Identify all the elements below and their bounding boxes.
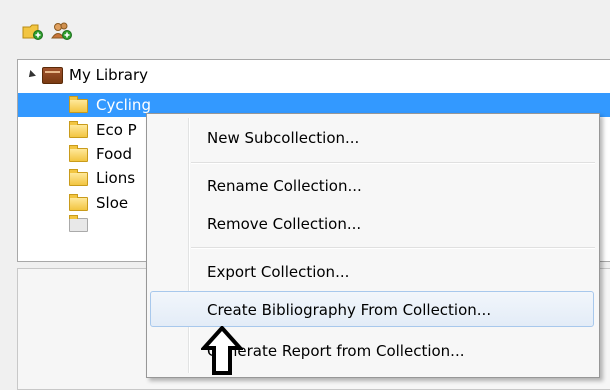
new-collection-button[interactable]: [22, 22, 44, 40]
tree-item-label: Lions: [96, 169, 136, 187]
menu-separator: [191, 162, 595, 164]
folder-icon: [69, 169, 88, 186]
arrow-up-cursor-icon: [201, 326, 243, 375]
tree-item-my-library[interactable]: My Library: [18, 63, 610, 87]
tree-item-label: Eco P: [96, 121, 137, 139]
menu-item-export-collection[interactable]: Export Collection...: [150, 254, 594, 290]
menu-item-label: Export Collection...: [207, 263, 350, 281]
tree-item-label: Food: [96, 145, 132, 163]
tree-item-label: Sloe: [96, 194, 129, 212]
folder-icon: [69, 121, 88, 138]
folder-add-icon: [22, 24, 43, 40]
menu-item-create-bibliography[interactable]: Create Bibliography From Collection...: [150, 291, 594, 327]
menu-item-label: Create Bibliography From Collection...: [207, 301, 492, 319]
folder-icon: [69, 96, 88, 113]
folder-icon: [69, 194, 88, 211]
menu-item-label: Generate Report from Collection...: [207, 342, 465, 360]
menu-item-label: Rename Collection...: [207, 177, 362, 195]
menu-item-new-subcollection[interactable]: New Subcollection...: [150, 120, 594, 156]
library-icon: [42, 67, 63, 84]
folder-icon: [69, 145, 88, 162]
tree-item-label: Cycling: [96, 96, 151, 114]
tree-item-label: My Library: [69, 66, 149, 84]
menu-item-label: New Subcollection...: [207, 129, 360, 147]
menu-item-rename-collection[interactable]: Rename Collection...: [150, 168, 594, 204]
new-group-button[interactable]: [51, 22, 73, 40]
group-add-icon: [51, 22, 72, 40]
expand-toggle-icon[interactable]: [26, 70, 36, 80]
folder-icon: [69, 215, 88, 232]
menu-item-remove-collection[interactable]: Remove Collection...: [150, 206, 594, 242]
menu-item-label: Remove Collection...: [207, 215, 362, 233]
menu-separator: [191, 247, 595, 249]
